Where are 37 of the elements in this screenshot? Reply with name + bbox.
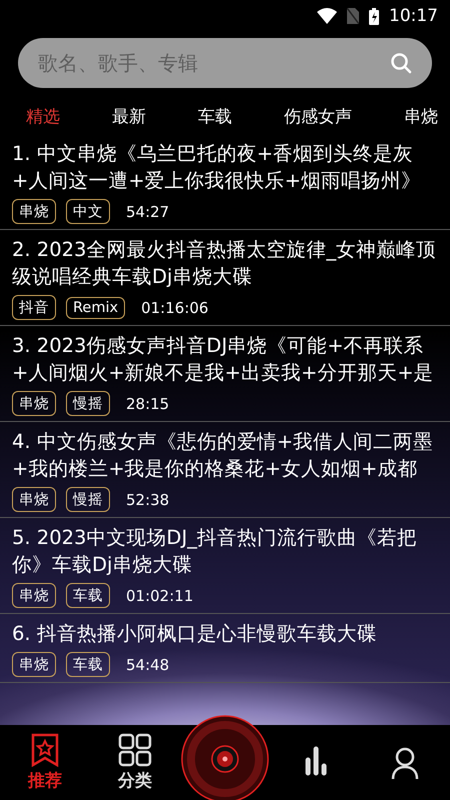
clock-time: 10:17 [389, 6, 438, 26]
song-tag: 串烧 [12, 391, 56, 416]
wifi-icon [317, 8, 337, 24]
category-tab[interactable]: 伤感女声 [284, 100, 352, 132]
song-duration: 54:48 [126, 656, 170, 674]
nav-tab[interactable]: 分类 [90, 725, 180, 800]
song-tag: 车载 [66, 583, 110, 608]
search-icon[interactable] [390, 52, 412, 74]
search-field[interactable]: 歌名、歌手、专辑 [18, 38, 432, 88]
song-title[interactable]: 1. 中文串烧《乌兰巴托的夜+香烟到头终是灰+人间这一遭+爱上你我很快乐+烟雨唱扬州》 [12, 140, 438, 194]
no-sim-icon [347, 8, 359, 24]
song-title[interactable]: 5. 2023中文现场DJ_抖音热门流行歌曲《若把你》车载Dj串烧大碟 [12, 524, 438, 578]
song-duration: 52:38 [126, 490, 170, 508]
song-title[interactable]: 4. 中文伤感女声《悲伤的爱情+我借人间二两墨+我的楼兰+我是你的格桑花+女人如烟+成都 [12, 428, 438, 482]
nav-tab[interactable]: 推荐 [0, 725, 90, 800]
song-tag: 串烧 [12, 487, 56, 512]
song-tag: Remix [66, 296, 126, 318]
song-tag: 串烧 [12, 652, 56, 677]
song-title[interactable]: 3. 2023伤感女声抖音DJ串烧《可能+不再联系+人间烟火+新娘不是我+出卖我+分开那天+是 [12, 332, 438, 386]
song-duration: 54:27 [126, 202, 170, 220]
battery-charging-icon [369, 8, 379, 24]
song-duration: 01:16:06 [141, 298, 208, 316]
category-tab[interactable]: 串烧 [404, 100, 438, 132]
song-duration: 01:02:11 [126, 586, 194, 604]
song-tag: 慢摇 [66, 391, 110, 416]
category-tab[interactable]: 精选 [26, 100, 60, 132]
song-tag: 车载 [66, 652, 110, 677]
song-title[interactable]: 6. 抖音热播小阿枫口是心非慢歌车载大碟 [12, 620, 438, 647]
category-tab[interactable]: 最新 [112, 100, 146, 132]
song-tag: 中文 [66, 199, 110, 224]
song-tag: 串烧 [12, 583, 56, 608]
category-tab[interactable]: 车载 [198, 100, 232, 132]
song-tag: 串烧 [12, 199, 56, 224]
song-title[interactable]: 2. 2023全网最火抖音热播太空旋律_女神巅峰顶级说唱经典车载Dj串烧大碟 [12, 236, 438, 290]
song-tag: 慢摇 [66, 487, 110, 512]
song-duration: 28:15 [126, 394, 170, 412]
song-tag: 抖音 [12, 295, 56, 320]
